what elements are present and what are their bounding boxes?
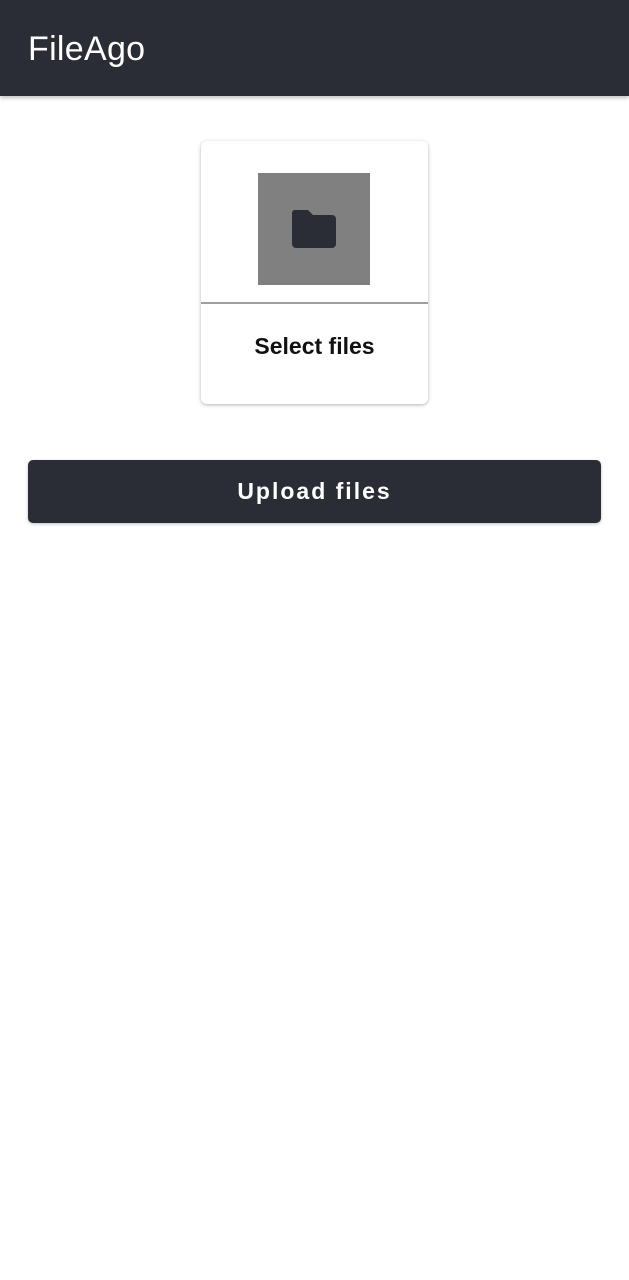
select-files-card[interactable]: Select files <box>201 141 428 404</box>
folder-icon <box>291 210 336 248</box>
app-title: FileAgo <box>28 30 146 68</box>
upload-files-button[interactable]: Upload files <box>28 460 601 523</box>
folder-thumbnail <box>258 173 370 285</box>
select-files-label: Select files <box>254 333 375 359</box>
app-bar: FileAgo <box>0 0 629 96</box>
card-divider <box>201 302 428 304</box>
